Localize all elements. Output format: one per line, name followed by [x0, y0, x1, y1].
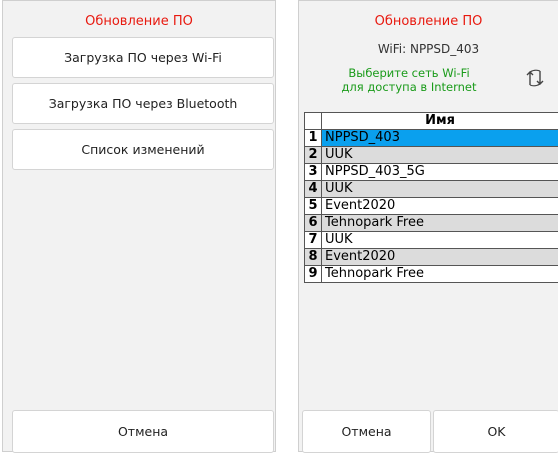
network-row[interactable]: 4 UUK	[305, 181, 558, 198]
row-number: 5	[305, 198, 322, 215]
network-name: NPPSD_403_5G	[322, 164, 558, 181]
network-row[interactable]: 3 NPPSD_403_5G	[305, 164, 558, 181]
row-number: 2	[305, 147, 322, 164]
changelog-button[interactable]: Список изменений	[12, 129, 274, 170]
cancel-button[interactable]: Отмена	[12, 410, 274, 453]
name-column-header: Имя	[322, 113, 558, 130]
changelog-label: Список изменений	[81, 142, 204, 157]
cancel-label: Отмена	[118, 424, 168, 439]
row-number: 3	[305, 164, 322, 181]
network-hint-line: для доступа в Internet	[299, 80, 519, 94]
network-name: Tehnopark Free	[322, 266, 558, 283]
bluetooth-update-label: Загрузка ПО через Bluetooth	[49, 96, 238, 111]
row-number: 7	[305, 232, 322, 249]
network-hint: Выберите сеть Wi-Fi для доступа в Intern…	[299, 66, 519, 94]
row-number: 8	[305, 249, 322, 266]
network-name: UUK	[322, 232, 558, 249]
network-row-selected[interactable]: 1 NPPSD_403	[305, 130, 558, 147]
network-name: UUK	[322, 147, 558, 164]
network-row[interactable]: 6 Tehnopark Free	[305, 215, 558, 232]
network-row[interactable]: 7 UUK	[305, 232, 558, 249]
network-row[interactable]: 8 Event2020	[305, 249, 558, 266]
row-number: 4	[305, 181, 322, 198]
row-number: 6	[305, 215, 322, 232]
screen-title: Обновление ПО	[299, 14, 558, 29]
network-name: Event2020	[322, 249, 558, 266]
wifi-network-select-screen: Обновление ПО WiFi: NPPSD_403 Выберите с…	[298, 0, 558, 452]
firmware-update-menu-screen: Обновление ПО Загрузка ПО через Wi-Fi За…	[2, 0, 276, 452]
wifi-update-button[interactable]: Загрузка ПО через Wi-Fi	[12, 37, 274, 78]
network-row[interactable]: 2 UUK	[305, 147, 558, 164]
network-name: NPPSD_403	[322, 130, 558, 147]
ok-label: OK	[487, 424, 505, 439]
bluetooth-update-button[interactable]: Загрузка ПО через Bluetooth	[12, 83, 274, 124]
index-column-header	[305, 113, 322, 130]
network-name: Tehnopark Free	[322, 215, 558, 232]
cancel-label: Отмена	[341, 424, 391, 439]
network-table: Имя 1 NPPSD_403 2 UUK 3 NPPSD_403_5G 4 U…	[304, 112, 558, 283]
refresh-icon[interactable]	[524, 67, 546, 89]
network-row[interactable]: 5 Event2020	[305, 198, 558, 215]
wifi-status: WiFi: NPPSD_403	[299, 42, 558, 56]
ok-button[interactable]: OK	[433, 410, 558, 453]
table-header-row: Имя	[305, 113, 558, 130]
network-name: UUK	[322, 181, 558, 198]
network-row[interactable]: 9 Tehnopark Free	[305, 266, 558, 283]
wifi-update-label: Загрузка ПО через Wi-Fi	[64, 50, 222, 65]
network-name: Event2020	[322, 198, 558, 215]
screen-title: Обновление ПО	[3, 14, 275, 29]
row-number: 1	[305, 130, 322, 147]
network-hint-line: Выберите сеть Wi-Fi	[299, 66, 519, 80]
cancel-button[interactable]: Отмена	[302, 410, 431, 453]
row-number: 9	[305, 266, 322, 283]
